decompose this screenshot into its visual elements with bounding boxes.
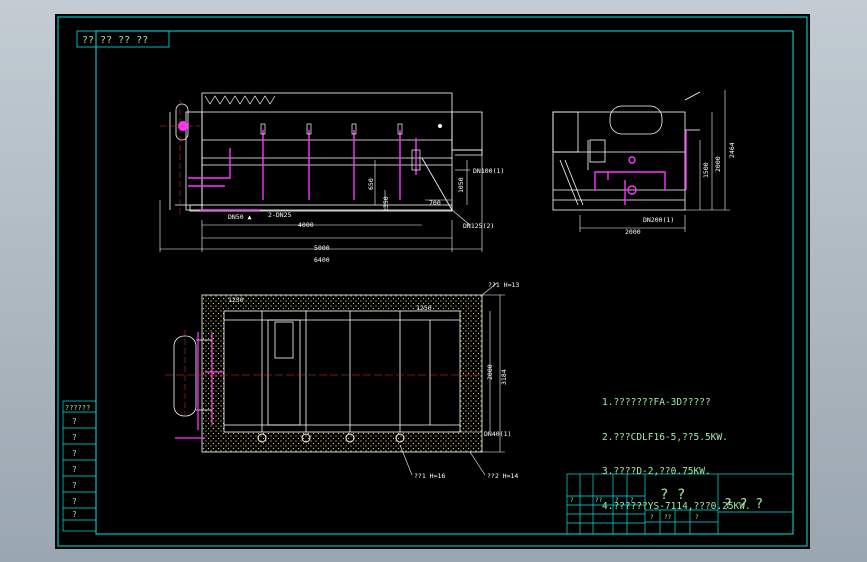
side-dim-2000: 2000 xyxy=(714,156,722,172)
plan-dim-total: 3184 xyxy=(500,369,508,385)
left-table-cell: ? xyxy=(72,449,77,458)
left-table-cell: ? xyxy=(72,481,77,490)
left-table-cell: ? xyxy=(72,465,77,474)
note-line: 3.????D-2,??0.75KW. xyxy=(602,466,711,477)
left-table-cell: ? xyxy=(72,510,77,519)
dim-overall-length: 6400 xyxy=(314,256,330,264)
plan-callout-2: ??1 H=16 xyxy=(414,472,445,480)
inlet-label: DN50 ▲ xyxy=(228,213,252,221)
left-table-header: ?????? xyxy=(65,404,90,412)
technical-notes: 1.???????FA-3D????? 2.???CDLF16-5,??5.5K… xyxy=(602,374,751,524)
dim-inlet: 700 xyxy=(429,199,441,207)
left-table-cell: ? xyxy=(72,433,77,442)
dim-tank-length: 5000 xyxy=(314,244,330,252)
pipe-label-dn25: 2-DN25 xyxy=(268,211,292,219)
pipe-label-dn125: DN125(2) xyxy=(463,222,494,230)
note-line: 1.???????FA-3D????? xyxy=(602,397,711,408)
dim-height-2: 650 xyxy=(367,178,375,190)
dim-inner-length: 4000 xyxy=(298,221,314,229)
plan-dim-width: 2000 xyxy=(486,364,494,380)
title-cell: ? xyxy=(570,497,574,504)
viewer-window: ?? ?? ?? ?? ?????? ? ? ? ? ? ? ? 5000 64… xyxy=(0,0,867,562)
corner-marks: ?? ?? ?? ?? xyxy=(82,35,148,46)
plan-dim-top-1: 1250 xyxy=(228,296,244,304)
plan-callout-3: ??2 H=14 xyxy=(487,472,518,480)
dim-height-3: 1350 xyxy=(382,196,390,212)
left-table-cell: ? xyxy=(72,417,77,426)
side-dim-1500: 1500 xyxy=(702,162,710,178)
note-line: 2.???CDLF16-5,??5.5KW. xyxy=(602,431,728,443)
side-dim-total: 2464 xyxy=(728,142,736,158)
dim-height-1: 1050 xyxy=(457,177,465,193)
pipe-label-dn100: DN100(1) xyxy=(473,167,504,175)
plan-dim-top-2: 1250 xyxy=(416,304,432,312)
plan-bottom-pipe: DN40(1) xyxy=(484,430,511,438)
left-table-cell: ? xyxy=(72,497,77,506)
note-line: 4.??????YS-7114,???0.25KW. xyxy=(602,500,751,512)
plan-callout-1: ??1 H=13 xyxy=(488,281,519,289)
side-pipe-label: DN200(1) xyxy=(643,216,674,224)
side-dim-width: 2000 xyxy=(625,228,641,236)
